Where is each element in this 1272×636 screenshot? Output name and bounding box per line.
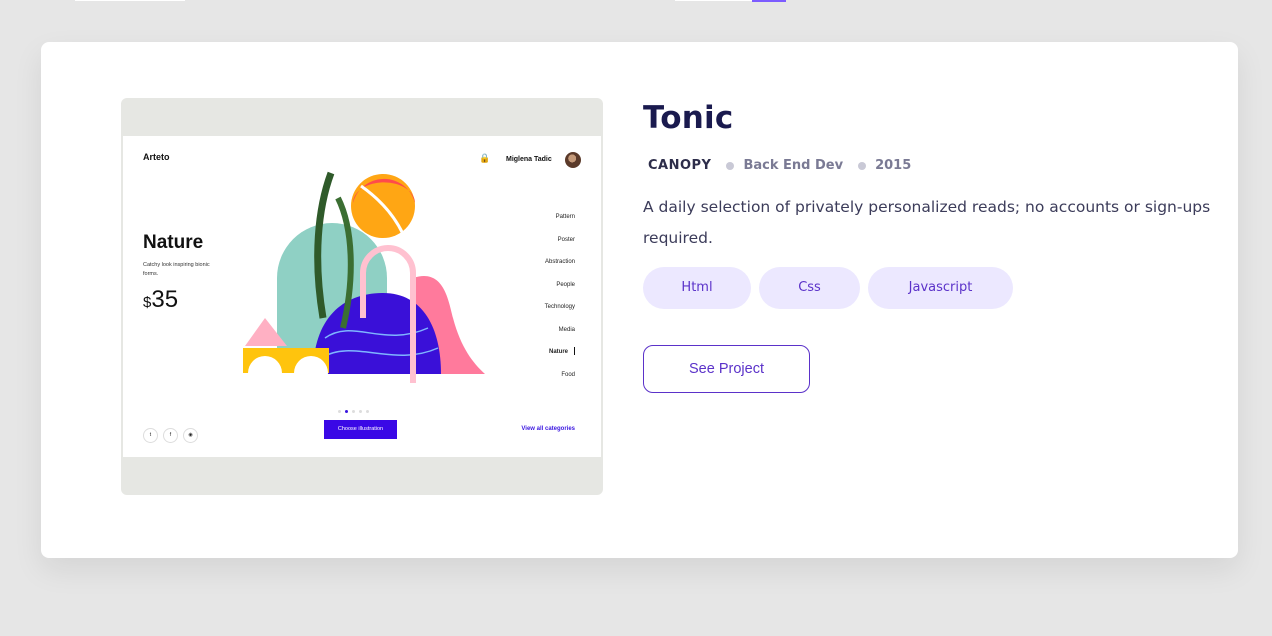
preview-user-name: Miglena Tadic xyxy=(506,156,552,163)
carousel-dot-active[interactable] xyxy=(345,410,348,413)
avatar xyxy=(565,152,581,168)
tag-javascript: Javascript xyxy=(868,267,1013,309)
preview-hero-subtitle: Catchy look inspiring bionic forms. xyxy=(143,262,210,277)
carousel-dot[interactable] xyxy=(352,410,355,413)
preview-category[interactable]: Abstraction xyxy=(545,257,575,280)
lock-icon: 🔒 xyxy=(479,153,491,163)
preview-category[interactable]: Media xyxy=(545,325,575,348)
project-card: Arteto 🔒 Miglena Tadic Nature Catchy loo… xyxy=(41,42,1238,558)
active-indicator xyxy=(574,347,575,356)
project-role: Back End Dev xyxy=(743,158,844,173)
meta-separator xyxy=(726,161,735,170)
preview-price: $35 xyxy=(143,286,178,314)
project-preview-image[interactable]: Arteto 🔒 Miglena Tadic Nature Catchy loo… xyxy=(121,98,603,495)
carousel-dot[interactable] xyxy=(359,410,362,413)
project-meta: CANOPY Back End Dev 2015 xyxy=(648,158,911,173)
preview-view-all-link[interactable]: View all categories xyxy=(521,426,575,432)
project-client: CANOPY xyxy=(648,158,712,173)
preview-category[interactable]: People xyxy=(545,280,575,303)
preview-category-active[interactable]: Nature xyxy=(545,347,575,370)
preview-screen: Arteto 🔒 Miglena Tadic Nature Catchy loo… xyxy=(123,136,601,457)
project-tags: Html Css Javascript xyxy=(643,267,1021,309)
preview-choose-button[interactable]: Choose illustration xyxy=(324,420,397,439)
see-project-button[interactable]: See Project xyxy=(643,345,810,393)
preview-category[interactable]: Food xyxy=(545,370,575,393)
project-year: 2015 xyxy=(875,158,912,173)
project-description: A daily selection of privately personali… xyxy=(643,198,1211,247)
twitter-icon[interactable]: t xyxy=(143,428,158,443)
social-links: t f ◉ xyxy=(143,423,203,443)
carousel-dot[interactable] xyxy=(366,410,369,413)
preview-category[interactable]: Pattern xyxy=(545,212,575,235)
top-strip xyxy=(0,0,1272,2)
carousel-dot[interactable] xyxy=(338,410,341,413)
nav-tab[interactable] xyxy=(75,0,185,1)
preview-hero-title: Nature xyxy=(143,232,204,253)
tag-css: Css xyxy=(759,267,860,309)
preview-category[interactable]: Poster xyxy=(545,235,575,258)
facebook-icon[interactable]: f xyxy=(163,428,178,443)
price-value: 35 xyxy=(151,286,179,313)
nav-tab-indicator xyxy=(752,0,786,2)
preview-category[interactable]: Technology xyxy=(545,302,575,325)
carousel-dots xyxy=(338,400,373,418)
meta-separator xyxy=(858,161,867,170)
preview-logo: Arteto xyxy=(143,152,170,162)
tag-html: Html xyxy=(643,267,751,309)
preview-category-label: Nature xyxy=(548,349,568,355)
instagram-icon[interactable]: ◉ xyxy=(183,428,198,443)
project-title: Tonic xyxy=(643,100,734,136)
illustration xyxy=(243,171,485,390)
preview-category-list: Pattern Poster Abstraction People Techno… xyxy=(545,212,575,392)
